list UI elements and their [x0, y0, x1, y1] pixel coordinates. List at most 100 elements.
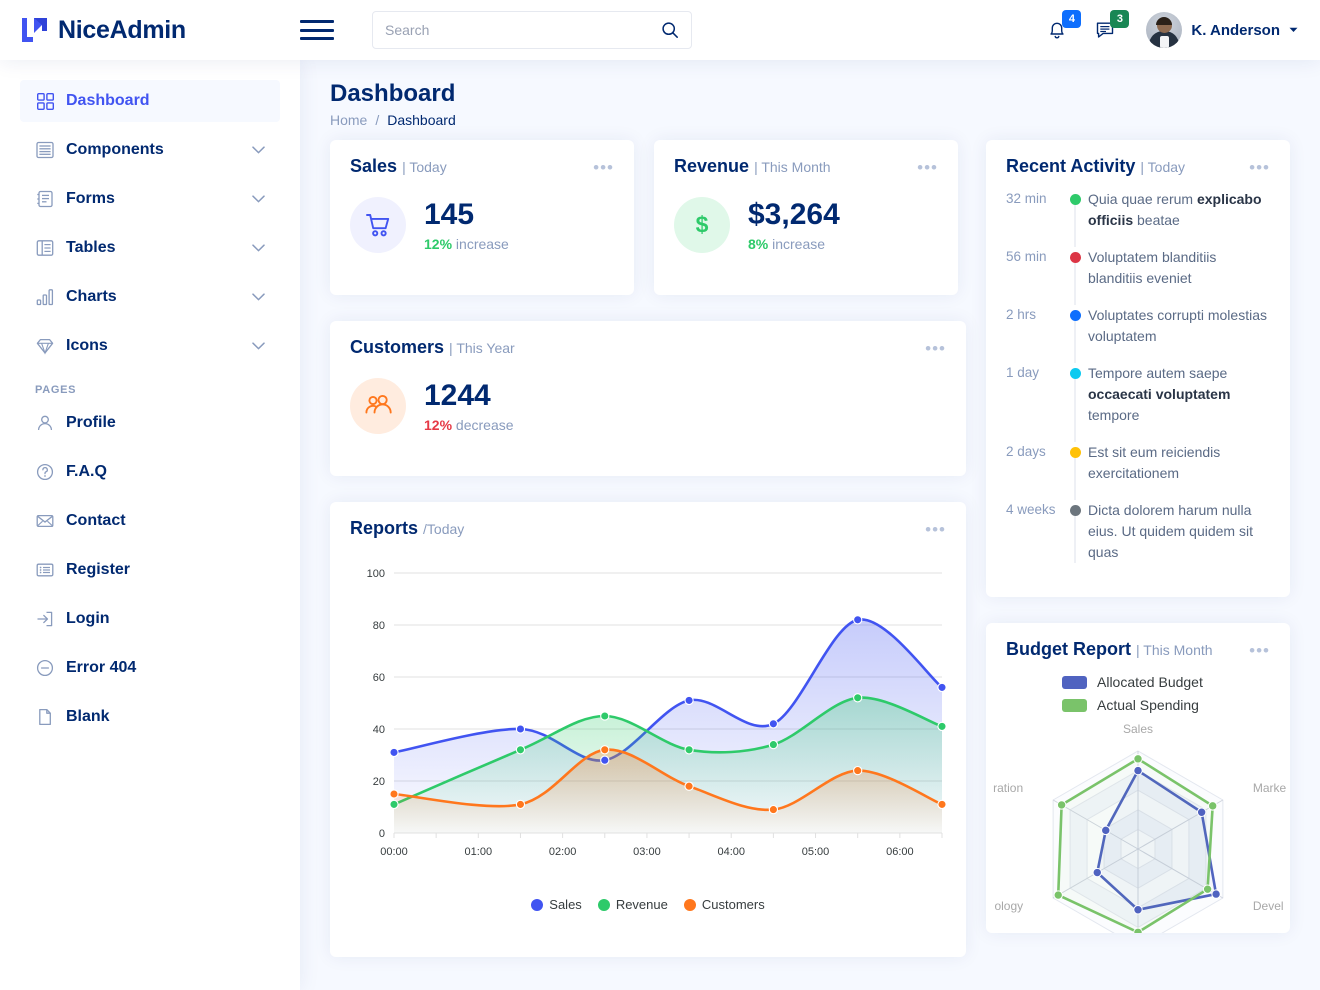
sidebar-item-register[interactable]: Register [20, 549, 280, 591]
sidebar-item-profile[interactable]: Profile [20, 402, 280, 444]
radar-axis-label: Marke [1253, 781, 1287, 795]
radar-point-actual-spending[interactable] [1054, 891, 1062, 899]
data-point-revenue[interactable] [854, 694, 862, 702]
budget-radar-chart[interactable]: SalesMarkeDevelologyration [986, 721, 1290, 933]
sidebar-item-label: Forms [66, 190, 115, 208]
data-point-customers[interactable] [685, 782, 693, 790]
data-point-customers[interactable] [601, 746, 609, 754]
data-point-customers[interactable] [854, 767, 862, 775]
search-input[interactable] [385, 22, 661, 38]
data-point-revenue[interactable] [390, 800, 398, 808]
search-bar[interactable] [372, 11, 692, 49]
messages-button[interactable]: 3 [1090, 15, 1120, 45]
radar-point-actual-spending[interactable] [1134, 928, 1142, 933]
sidebar-item-label: Charts [66, 288, 117, 306]
search-icon[interactable] [661, 21, 679, 39]
budget-radar-chart-svg[interactable]: SalesMarkeDevelologyration [986, 721, 1290, 933]
budget-card-menu[interactable]: ••• [1249, 639, 1270, 659]
radar-point-actual-spending[interactable] [1203, 885, 1211, 893]
chevron-down-icon[interactable] [252, 244, 265, 252]
chevron-down-icon[interactable] [252, 342, 265, 350]
sidebar-item-error-404[interactable]: Error 404 [20, 647, 280, 689]
sidebar-item-label: Login [66, 610, 110, 628]
page-title: Dashboard [330, 80, 1295, 108]
sidebar-item-forms[interactable]: Forms [20, 178, 280, 220]
breadcrumb-home[interactable]: Home [330, 112, 367, 128]
sidebar-item-tables[interactable]: Tables [20, 227, 280, 269]
chevron-down-icon[interactable] [252, 146, 265, 154]
revenue-change: 8% increase [748, 236, 840, 252]
activity-timeline [1068, 500, 1088, 563]
data-point-revenue[interactable] [938, 722, 946, 730]
activity-time: 1 day [1006, 363, 1068, 426]
data-point-sales[interactable] [516, 725, 524, 733]
notifications-button[interactable]: 4 [1042, 15, 1072, 45]
radar-point-allocated-budget[interactable] [1134, 766, 1142, 774]
legend-item-customers[interactable]: Customers [684, 897, 765, 912]
sidebar-item-dashboard[interactable]: Dashboard [20, 80, 280, 122]
data-point-customers[interactable] [516, 800, 524, 808]
sidebar-item-charts[interactable]: Charts [20, 276, 280, 318]
sidebar-item-components[interactable]: Components [20, 129, 280, 171]
chevron-down-icon[interactable] [252, 195, 265, 203]
sidebar-item-contact[interactable]: Contact [20, 500, 280, 542]
user-profile-menu[interactable]: K. Anderson [1146, 12, 1298, 48]
radar-point-allocated-budget[interactable] [1102, 826, 1110, 834]
data-point-customers[interactable] [938, 800, 946, 808]
radar-point-allocated-budget[interactable] [1212, 890, 1220, 898]
radar-point-actual-spending[interactable] [1208, 802, 1216, 810]
sidebar-item-label: Profile [66, 414, 116, 432]
radar-point-actual-spending[interactable] [1134, 755, 1142, 763]
activity-timeline [1068, 442, 1088, 484]
data-point-customers[interactable] [769, 806, 777, 814]
customers-card-menu[interactable]: ••• [925, 337, 946, 357]
customers-filter-text: | This Year [449, 340, 515, 356]
activity-item[interactable]: 32 minQuia quae rerum explicabo officiis… [1006, 189, 1270, 247]
legend-label-allocated: Allocated Budget [1097, 674, 1203, 690]
legend-item-actual-spending[interactable]: Actual Spending [1062, 697, 1199, 713]
x-axis-tick-label: 04:00 [717, 846, 745, 858]
box-arrow-in-right-icon [35, 609, 55, 629]
data-point-customers[interactable] [390, 790, 398, 798]
chevron-down-icon[interactable] [1289, 27, 1298, 33]
data-point-revenue[interactable] [769, 741, 777, 749]
activity-item[interactable]: 2 hrsVoluptates corrupti molestias volup… [1006, 305, 1270, 363]
sidebar-item-login[interactable]: Login [20, 598, 280, 640]
sidebar-item-icons[interactable]: Icons [20, 325, 280, 367]
legend-item-sales[interactable]: Sales [531, 897, 582, 912]
radar-point-actual-spending[interactable] [1057, 801, 1065, 809]
data-point-revenue[interactable] [685, 746, 693, 754]
dashboard-left-column: Sales | Today ••• 145 12% [330, 140, 966, 983]
data-point-revenue[interactable] [516, 746, 524, 754]
legend-item-revenue[interactable]: Revenue [598, 897, 668, 912]
sales-percent: 12% [424, 236, 452, 252]
activity-item[interactable]: 4 weeksDicta dolorem harum nulla eius. U… [1006, 500, 1270, 579]
data-point-sales[interactable] [938, 683, 946, 691]
data-point-sales[interactable] [854, 616, 862, 624]
radar-point-allocated-budget[interactable] [1197, 808, 1205, 816]
activity-card-menu[interactable]: ••• [1249, 156, 1270, 176]
data-point-revenue[interactable] [601, 712, 609, 720]
revenue-card-menu[interactable]: ••• [917, 156, 938, 176]
sidebar-item-faq[interactable]: F.A.Q [20, 451, 280, 493]
radar-point-allocated-budget[interactable] [1134, 906, 1142, 914]
sales-card-menu[interactable]: ••• [593, 156, 614, 176]
activity-item[interactable]: 1 dayTempore autem saepe occaecati volup… [1006, 363, 1270, 442]
legend-item-allocated-budget[interactable]: Allocated Budget [1062, 674, 1203, 690]
reports-area-chart-svg[interactable]: 02040608010000:0001:0002:0003:0004:0005:… [342, 555, 954, 895]
data-point-sales[interactable] [390, 748, 398, 756]
activity-item[interactable]: 2 daysEst sit eum reiciendis exercitatio… [1006, 442, 1270, 500]
reports-chart[interactable]: 02040608010000:0001:0002:0003:0004:0005:… [330, 551, 966, 922]
data-point-sales[interactable] [685, 696, 693, 704]
data-point-sales[interactable] [601, 756, 609, 764]
sidebar-toggle-button[interactable] [300, 17, 334, 43]
sidebar-item-label: Error 404 [66, 659, 136, 677]
activity-item[interactable]: 56 minVoluptatem blanditiis blanditiis e… [1006, 247, 1270, 305]
radar-point-allocated-budget[interactable] [1093, 868, 1101, 876]
reports-card-menu[interactable]: ••• [925, 518, 946, 538]
chevron-down-icon[interactable] [252, 293, 265, 301]
data-point-sales[interactable] [769, 720, 777, 728]
budget-filter-text: | This Month [1136, 642, 1213, 658]
brand-logo[interactable]: NiceAdmin [0, 16, 300, 45]
sidebar-item-blank[interactable]: Blank [20, 696, 280, 738]
